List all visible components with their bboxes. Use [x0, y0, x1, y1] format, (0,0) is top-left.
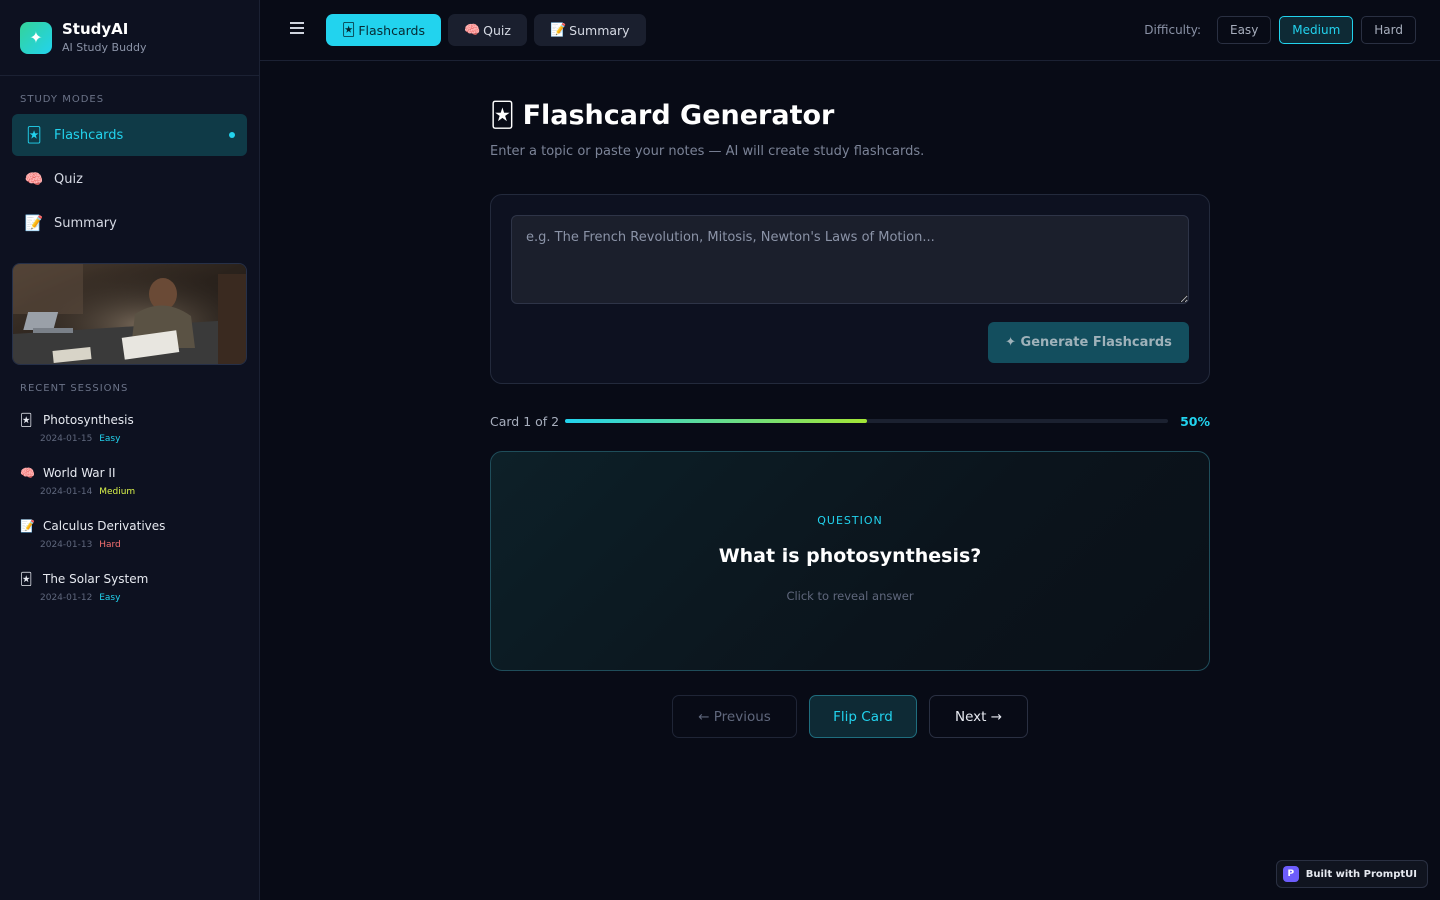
sparkle-icon: ✦	[20, 21, 52, 54]
main-content: 🃏 Flashcard Generator Enter a topic or p…	[490, 96, 1210, 738]
flashcard[interactable]: QUESTION What is photosynthesis? Click t…	[490, 451, 1210, 671]
recent-session-item[interactable]: 🃏 Photosynthesis 2024-01-15 Easy	[20, 410, 245, 463]
difficulty-selector: Difficulty: Easy Medium Hard	[1144, 16, 1416, 44]
sidebar-item-flashcards[interactable]: 🃏 Flashcards	[12, 114, 247, 156]
flip-card-button[interactable]: Flip Card	[809, 695, 917, 738]
recent-session-title: The Solar System	[43, 572, 149, 586]
built-with-label: Built with PromptUI	[1305, 868, 1417, 880]
brand-name: StudyAI	[62, 19, 129, 38]
sidebar-item-summary[interactable]: 📝 Summary	[12, 202, 247, 244]
recent-session-title: Photosynthesis	[43, 413, 134, 427]
topic-input-panel: ✦ Generate Flashcards	[490, 194, 1210, 384]
recent-session-date: 2024-01-13	[40, 540, 93, 550]
sidebar: ✦ StudyAI AI Study Buddy STUDY MODES 🃏 F…	[0, 0, 260, 900]
recent-sessions-list: 🃏 Photosynthesis 2024-01-15 Easy 🧠 World…	[20, 410, 245, 622]
sidebar-item-label: Summary	[54, 215, 117, 231]
tab-flashcards[interactable]: 🃏 Flashcards	[326, 14, 441, 46]
sidebar-item-label: Flashcards	[54, 127, 124, 143]
hamburger-menu-icon[interactable]	[290, 22, 304, 36]
flashcard-icon: 🃏	[342, 22, 356, 38]
flashcard-icon: 🃏	[20, 413, 33, 427]
brain-icon: 🧠	[463, 22, 481, 38]
progress-row: Card 1 of 2 50%	[490, 412, 1210, 430]
mode-tabs: 🃏 Flashcards 🧠 Quiz 📝 Summary	[326, 14, 653, 46]
recent-session-date: 2024-01-12	[40, 593, 93, 603]
difficulty-easy-button[interactable]: Easy	[1217, 16, 1272, 44]
study-photo	[12, 263, 247, 365]
brain-icon: 🧠	[24, 170, 44, 188]
page-title: 🃏 Flashcard Generator	[490, 96, 1210, 134]
memo-icon: 📝	[549, 22, 567, 38]
memo-icon: 📝	[20, 519, 35, 533]
recent-session-title: World War II	[43, 466, 116, 480]
recent-session-title: Calculus Derivatives	[43, 519, 166, 533]
promptui-logo-icon: P	[1282, 866, 1299, 882]
difficulty-medium-button[interactable]: Medium	[1279, 16, 1354, 44]
built-with-badge[interactable]: P Built with PromptUI	[1275, 860, 1428, 888]
card-question: What is photosynthesis?	[718, 545, 982, 567]
previous-button[interactable]: ← Previous	[672, 695, 797, 738]
recent-session-item[interactable]: 🃏 The Solar System 2024-01-12 Easy	[20, 569, 245, 622]
progress-bar	[565, 419, 1169, 423]
tab-quiz[interactable]: 🧠 Quiz	[447, 14, 527, 46]
study-modes-label: STUDY MODES	[20, 94, 105, 105]
recent-session-item[interactable]: 📝 Calculus Derivatives 2024-01-13 Hard	[20, 516, 245, 569]
brain-icon: 🧠	[20, 466, 35, 480]
progress-fill	[565, 419, 867, 423]
recent-session-date: 2024-01-15	[40, 434, 93, 444]
page-subtitle: Enter a topic or paste your notes — AI w…	[490, 144, 925, 159]
progress-percent: 50%	[1180, 413, 1210, 429]
generate-flashcards-button[interactable]: ✦ Generate Flashcards	[988, 322, 1189, 363]
brand-tagline: AI Study Buddy	[62, 40, 147, 54]
card-hint: Click to reveal answer	[786, 589, 914, 603]
tab-label: Summary	[569, 22, 630, 38]
difficulty-badge: Hard	[99, 540, 121, 550]
card-actions: ← Previous Flip Card Next →	[490, 695, 1210, 738]
top-bar: 🃏 Flashcards 🧠 Quiz 📝 Summary Difficulty…	[260, 0, 1440, 61]
flashcard-icon: 🃏	[490, 101, 515, 129]
topic-input[interactable]	[511, 215, 1189, 304]
flashcard-icon: 🃏	[26, 126, 42, 144]
page-title-text: Flashcard Generator	[522, 99, 835, 131]
next-button[interactable]: Next →	[929, 695, 1028, 738]
difficulty-label: Difficulty:	[1144, 23, 1201, 37]
brand: ✦ StudyAI AI Study Buddy	[0, 0, 259, 76]
sidebar-item-label: Quiz	[54, 171, 83, 187]
recent-session-date: 2024-01-14	[40, 487, 93, 497]
difficulty-hard-button[interactable]: Hard	[1361, 16, 1416, 44]
difficulty-badge: Easy	[99, 434, 121, 444]
memo-icon: 📝	[24, 214, 44, 232]
sidebar-item-quiz[interactable]: 🧠 Quiz	[12, 158, 247, 200]
progress-label: Card 1 of 2	[490, 413, 560, 429]
flashcard-icon: 🃏	[20, 572, 33, 586]
tab-summary[interactable]: 📝 Summary	[533, 14, 646, 46]
difficulty-badge: Easy	[99, 593, 121, 603]
recent-session-item[interactable]: 🧠 World War II 2024-01-14 Medium	[20, 463, 245, 516]
active-indicator	[229, 132, 235, 138]
card-side-label: QUESTION	[817, 514, 883, 527]
difficulty-badge: Medium	[99, 487, 136, 497]
study-modes-nav: 🃏 Flashcards 🧠 Quiz 📝 Summary	[12, 114, 247, 246]
tab-label: Flashcards	[358, 22, 425, 38]
tab-label: Quiz	[483, 22, 511, 38]
student-studying-illustration	[13, 264, 246, 364]
recent-sessions-label: RECENT SESSIONS	[20, 383, 129, 394]
